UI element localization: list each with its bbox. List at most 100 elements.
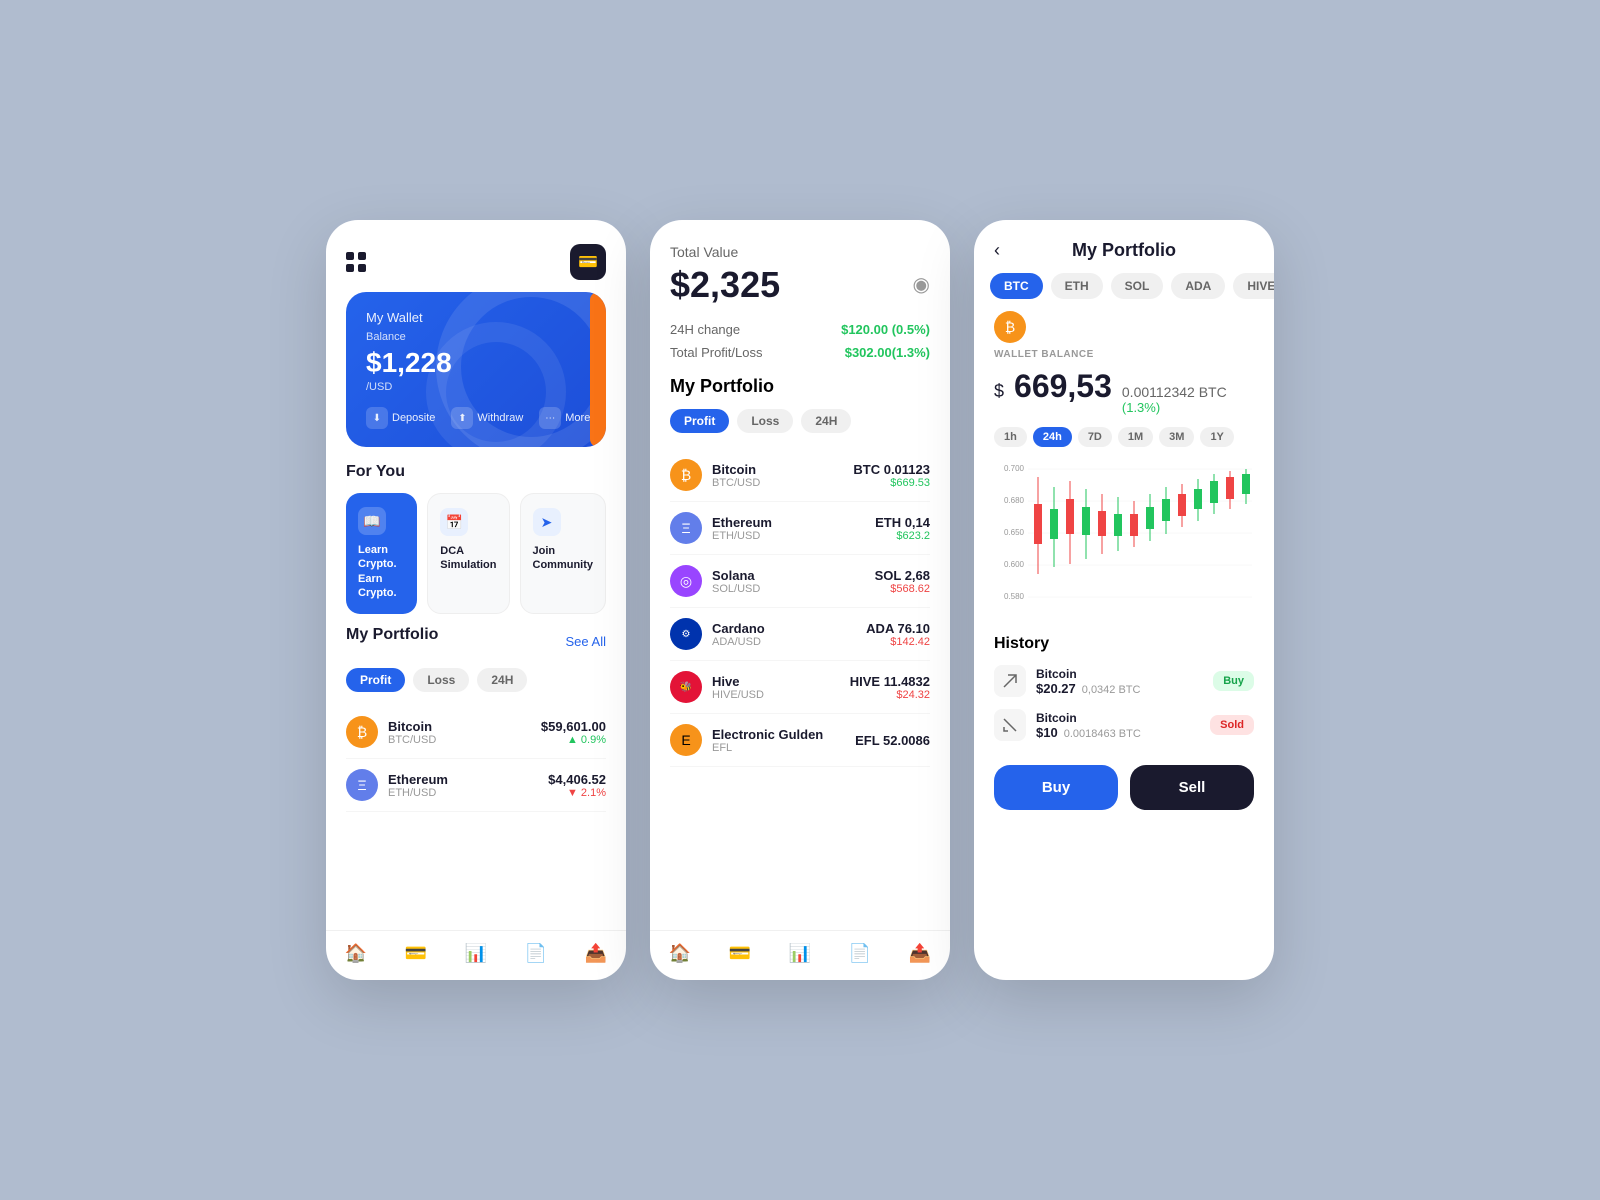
more-btn[interactable]: ⋯ More <box>539 407 590 429</box>
btc-price-row: $ 669,53 0.00112342 BTC (1.3%) <box>994 368 1254 415</box>
deposite-icon: ⬇ <box>366 407 388 429</box>
time-tab-7d[interactable]: 7D <box>1078 427 1112 447</box>
s1-btc-icon: ₿ <box>346 716 378 748</box>
s1-btc-right: $59,601.00 ▲ 0.9% <box>541 719 606 746</box>
s2-nav-home[interactable]: 🏠 <box>669 943 691 964</box>
s1-nav-home[interactable]: 🏠 <box>345 943 367 964</box>
s2-nav-wallet[interactable]: 💳 <box>729 943 751 964</box>
s1-filter-loss[interactable]: Loss <box>413 668 469 692</box>
s2-efl-amount: EFL 52.0086 <box>855 733 930 748</box>
s1-btc-price: $59,601.00 <box>541 719 606 734</box>
history-section: History Bitcoin $20.27 0,0342 BTC Buy <box>974 635 1274 753</box>
withdraw-btn[interactable]: ⬆ Withdraw <box>451 407 523 429</box>
s1-filter-profit[interactable]: Profit <box>346 668 405 692</box>
coin-tab-hive[interactable]: HIVE <box>1233 273 1274 299</box>
buy-button[interactable]: Buy <box>994 765 1118 810</box>
learn-crypto-card[interactable]: 📖 Learn Crypto. Earn Crypto. <box>346 493 417 614</box>
chart-svg: 0.700 0.680 0.650 0.600 0.580 <box>990 459 1258 619</box>
stat-row-1: 24H change $120.00 (0.5%) <box>670 322 930 337</box>
dca-simulation-card[interactable]: 📅 DCA Simulation <box>427 493 509 614</box>
s1-eth-right: $4,406.52 ▼ 2.1% <box>548 772 606 799</box>
s1-nav-chart[interactable]: 📊 <box>465 943 487 964</box>
time-tab-3m[interactable]: 3M <box>1159 427 1194 447</box>
wallet-icon-btn[interactable]: 💳 <box>570 244 606 280</box>
s2-efl-row: E Electronic Gulden EFL EFL 52.0086 <box>670 714 930 767</box>
join-icon: ➤ <box>533 508 561 536</box>
s2-nav-chart[interactable]: 📊 <box>789 943 811 964</box>
time-tab-1y[interactable]: 1Y <box>1200 427 1233 447</box>
history-badge-2[interactable]: Sold <box>1210 715 1254 735</box>
s2-filter-tabs: Profit Loss 24H <box>670 409 930 433</box>
history-badge-1[interactable]: Buy <box>1213 671 1254 691</box>
s1-nav-doc[interactable]: 📄 <box>525 943 547 964</box>
s2-hive-amount: HIVE 11.4832 <box>850 674 930 689</box>
s2-ada-name: Cardano <box>712 621 765 636</box>
s2-eth-pair: ETH/USD <box>712 530 772 542</box>
dca-text: DCA Simulation <box>440 544 496 573</box>
history-sell-icon <box>994 709 1026 741</box>
grid-icon[interactable] <box>346 252 366 272</box>
coin-tab-btc[interactable]: BTC <box>990 273 1043 299</box>
stat-row-2: Total Profit/Loss $302.00(1.3%) <box>670 345 930 360</box>
s1-portfolio-title: My Portfolio <box>346 626 438 644</box>
coin-tab-sol[interactable]: SOL <box>1111 273 1164 299</box>
time-tab-24h[interactable]: 24h <box>1033 427 1072 447</box>
svg-text:0.580: 0.580 <box>1004 592 1025 601</box>
see-all-btn[interactable]: See All <box>566 634 606 649</box>
history-info-1: Bitcoin $20.27 0,0342 BTC <box>1036 667 1203 696</box>
s2-bottom-nav: 🏠 💳 📊 📄 📤 <box>650 930 950 980</box>
s2-filter-loss[interactable]: Loss <box>737 409 793 433</box>
s2-ada-row: ⚙ Cardano ADA/USD ADA 76.10 $142.42 <box>670 608 930 661</box>
coin-tab-ada[interactable]: ADA <box>1171 273 1225 299</box>
s2-nav-share[interactable]: 📤 <box>909 943 931 964</box>
s2-hive-name: Hive <box>712 674 764 689</box>
btc-price-value: 669,53 <box>1014 368 1112 405</box>
history-price-1: $20.27 <box>1036 681 1076 696</box>
coin-tab-eth[interactable]: ETH <box>1051 273 1103 299</box>
svg-text:0.680: 0.680 <box>1004 496 1025 505</box>
s2-hive-row: 🐝 Hive HIVE/USD HIVE 11.4832 $24.32 <box>670 661 930 714</box>
s2-filter-24h[interactable]: 24H <box>801 409 851 433</box>
s2-nav-doc[interactable]: 📄 <box>849 943 871 964</box>
s2-filter-profit[interactable]: Profit <box>670 409 729 433</box>
s1-eth-name: Ethereum <box>388 772 448 787</box>
s2-efl-name: Electronic Gulden <box>712 727 823 742</box>
s2-btc-amount: BTC 0.01123 <box>853 462 930 477</box>
sell-button[interactable]: Sell <box>1130 765 1254 810</box>
s1-eth-price: $4,406.52 <box>548 772 606 787</box>
s2-eth-row: Ξ Ethereum ETH/USD ETH 0,14 $623.2 <box>670 502 930 555</box>
s2-btc-row: ₿ Bitcoin BTC/USD BTC 0.01123 $669.53 <box>670 449 930 502</box>
s2-hive-value: $24.32 <box>850 689 930 701</box>
wallet-actions: ⬇ Deposite ⬆ Withdraw ⋯ More <box>366 407 586 429</box>
s2-content: Total Value $2,325 ◉ 24H change $120.00 … <box>650 220 950 922</box>
history-buy-icon <box>994 665 1026 697</box>
history-amount-2: 0.0018463 BTC <box>1064 728 1141 740</box>
svg-text:0.650: 0.650 <box>1004 528 1025 537</box>
stat-value-1: $120.00 (0.5%) <box>841 322 930 337</box>
time-tab-1h[interactable]: 1h <box>994 427 1027 447</box>
deposite-btn[interactable]: ⬇ Deposite <box>366 407 435 429</box>
back-arrow[interactable]: ‹ <box>994 240 1000 261</box>
eye-icon[interactable]: ◉ <box>913 272 930 297</box>
s2-sol-name: Solana <box>712 568 760 583</box>
history-info-2: Bitcoin $10 0.0018463 BTC <box>1036 711 1200 740</box>
join-community-card[interactable]: ➤ Join Community <box>520 493 607 614</box>
s1-btc-pair: BTC/USD <box>388 734 436 746</box>
screen1-header: 💳 <box>326 220 626 292</box>
s2-btc-value: $669.53 <box>853 477 930 489</box>
deposite-label: Deposite <box>392 412 435 424</box>
s1-filter-24h[interactable]: 24H <box>477 668 527 692</box>
stat-label-2: Total Profit/Loss <box>670 345 763 360</box>
s2-sol-row: ◎ Solana SOL/USD SOL 2,68 $568.62 <box>670 555 930 608</box>
s1-btc-name: Bitcoin <box>388 719 436 734</box>
s1-nav-share[interactable]: 📤 <box>585 943 607 964</box>
time-tab-1m[interactable]: 1M <box>1118 427 1153 447</box>
s2-sol-pair: SOL/USD <box>712 583 760 595</box>
screen-2: Total Value $2,325 ◉ 24H change $120.00 … <box>650 220 950 980</box>
s2-sol-amount: SOL 2,68 <box>875 568 930 583</box>
learn-crypto-text: Learn Crypto. Earn Crypto. <box>358 543 405 600</box>
stat-value-2: $302.00(1.3%) <box>845 345 930 360</box>
s1-nav-wallet[interactable]: 💳 <box>405 943 427 964</box>
wallet-amount: $1,228 <box>366 347 586 379</box>
btc-dollar-sign: $ <box>994 381 1004 402</box>
